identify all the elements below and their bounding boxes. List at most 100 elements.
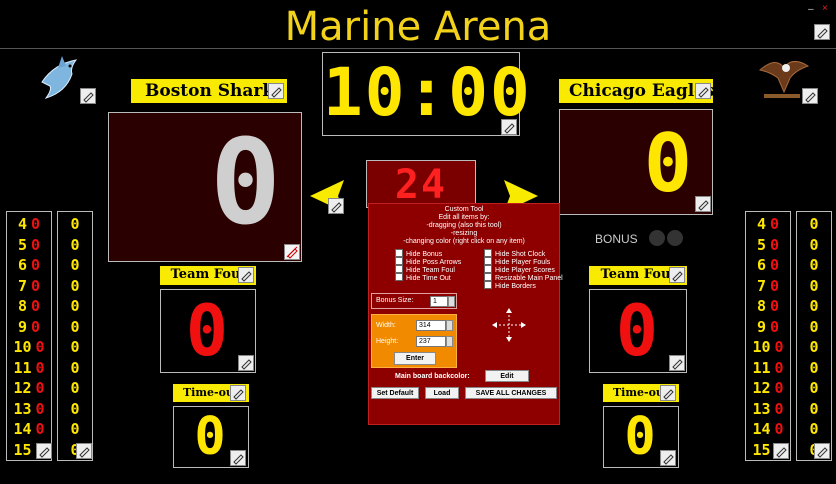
home-player-row[interactable]: 10 0 [7,337,51,358]
guest-player-row[interactable]: 60 [746,255,790,276]
player-points: 0 [774,399,784,418]
guest-player-row[interactable]: 0 [797,378,831,399]
custom-tool-line: -resizing [450,230,478,237]
custom-tool-panel[interactable]: Custom Tool Edit all items by: -dragging… [368,203,563,425]
home-score-panel[interactable]: 0 [108,112,302,262]
guest-player-row[interactable]: 40 [746,214,790,235]
guest-player-row[interactable]: 10 0 [746,337,790,358]
shark-icon[interactable] [36,52,84,104]
home-player-row[interactable]: 0 [58,399,92,420]
guest-foul-edit-icon[interactable] [669,355,685,371]
guest-player-row[interactable]: 50 [746,235,790,256]
home-arrow-edit-icon[interactable] [328,198,344,214]
home-player-row[interactable]: 12 0 [7,378,51,399]
guest-players-edit-icon[interactable] [773,443,789,459]
home-team-name[interactable]: Boston Sharks [131,79,287,103]
home-player-row[interactable]: 70 [7,276,51,297]
home-player-row[interactable]: 0 [58,276,92,297]
home-timeout-edit-icon[interactable] [230,450,246,466]
guest-foul-label-edit-icon[interactable] [669,267,685,283]
home-player-row[interactable]: 0 [58,214,92,235]
shot-clock-panel[interactable]: 24 [366,160,476,208]
guest-player-row[interactable]: 0 [797,255,831,276]
guest-player-row[interactable]: 0 [797,276,831,297]
home-player-row[interactable]: 0 [58,337,92,358]
home-name-edit-icon[interactable] [268,83,284,99]
home-player-row[interactable]: 0 [58,317,92,338]
home-score-edit-icon[interactable] [284,244,300,260]
enter-button[interactable]: Enter [394,352,436,365]
guest-logo-edit-icon[interactable] [802,88,818,104]
guest-player-row[interactable]: 13 0 [746,399,790,420]
home-player-row[interactable]: 40 [7,214,51,235]
home-player-row[interactable]: 11 0 [7,358,51,379]
guest-timeout-edit-icon[interactable] [660,450,676,466]
guest-player-row[interactable]: 0 [797,337,831,358]
guest-player-row[interactable]: 0 [797,235,831,256]
height-input[interactable]: 237 [416,336,446,347]
game-clock-panel[interactable]: 10:00 [322,52,530,136]
home-player-scores-column[interactable]: 405060708090100110120130140150 [6,211,52,461]
guest-name-edit-icon[interactable] [695,83,711,99]
hide-borders-checkbox[interactable]: Hide Borders [484,281,536,291]
home-player-row[interactable]: 0 [58,358,92,379]
home-player-fouls-column[interactable]: 000000000000 [57,211,93,461]
width-spinner[interactable] [446,320,453,331]
home-player-row[interactable]: 13 0 [7,399,51,420]
guest-player-fouls-column[interactable]: 000000000000 [796,211,832,461]
bonus-light-2[interactable] [667,230,683,246]
guest-player-row[interactable]: 0 [797,399,831,420]
set-default-button[interactable]: Set Default [371,387,419,399]
guest-fouls-edit-icon[interactable] [814,443,830,459]
guest-player-row[interactable]: 90 [746,317,790,338]
player-number: 13 [13,399,32,418]
home-fouls-edit-icon[interactable] [76,443,92,459]
height-spinner[interactable] [446,336,453,347]
bonus-light-1[interactable] [649,230,665,246]
home-timeout-label-edit-icon[interactable] [230,385,246,401]
bonus-size-label: Bonus Size: [376,297,414,304]
player-number: 15 [13,440,32,459]
guest-timeout-label-edit-icon[interactable] [660,385,676,401]
save-all-changes-button[interactable]: SAVE ALL CHANGES [465,387,557,399]
hide-time-out-checkbox[interactable]: Hide Time Out [395,273,451,283]
move-arrows-icon[interactable] [491,307,527,345]
shot-clock: 24 [394,162,448,208]
guest-player-row[interactable]: 80 [746,296,790,317]
edit-backcolor-button[interactable]: Edit [485,370,529,382]
bonus-size-spinner[interactable] [448,296,455,307]
guest-score-edit-icon[interactable] [695,196,711,212]
guest-player-row[interactable]: 70 [746,276,790,297]
load-button[interactable]: Load [425,387,459,399]
home-player-row[interactable]: 0 [58,235,92,256]
guest-team-name[interactable]: Chicago Eagles [559,79,713,103]
guest-player-row[interactable]: 14 0 [746,419,790,440]
guest-player-scores-column[interactable]: 405060708090100110120130140150 [745,211,791,461]
clock-edit-icon[interactable] [501,119,517,135]
guest-score-panel[interactable]: 0 [559,109,713,215]
guest-player-row[interactable]: 0 [797,296,831,317]
guest-player-row[interactable]: 11 0 [746,358,790,379]
home-player-row[interactable]: 60 [7,255,51,276]
home-player-row[interactable]: 14 0 [7,419,51,440]
home-player-row[interactable]: 0 [58,255,92,276]
title-edit-icon[interactable] [814,24,830,40]
width-input[interactable]: 314 [416,320,446,331]
arena-title[interactable]: Marine Arena [0,4,836,50]
home-player-row[interactable]: 0 [58,419,92,440]
home-logo-edit-icon[interactable] [80,88,96,104]
bonus-size-input[interactable]: 1 [430,296,448,307]
guest-player-row[interactable]: 0 [797,317,831,338]
guest-player-row[interactable]: 0 [797,358,831,379]
home-player-row[interactable]: 0 [58,296,92,317]
home-player-row[interactable]: 80 [7,296,51,317]
guest-player-row[interactable]: 0 [797,214,831,235]
home-player-row[interactable]: 90 [7,317,51,338]
home-players-edit-icon[interactable] [36,443,52,459]
home-foul-edit-icon[interactable] [238,355,254,371]
home-player-row[interactable]: 50 [7,235,51,256]
home-player-row[interactable]: 0 [58,378,92,399]
guest-player-row[interactable]: 12 0 [746,378,790,399]
guest-player-row[interactable]: 0 [797,419,831,440]
home-foul-label-edit-icon[interactable] [238,267,254,283]
